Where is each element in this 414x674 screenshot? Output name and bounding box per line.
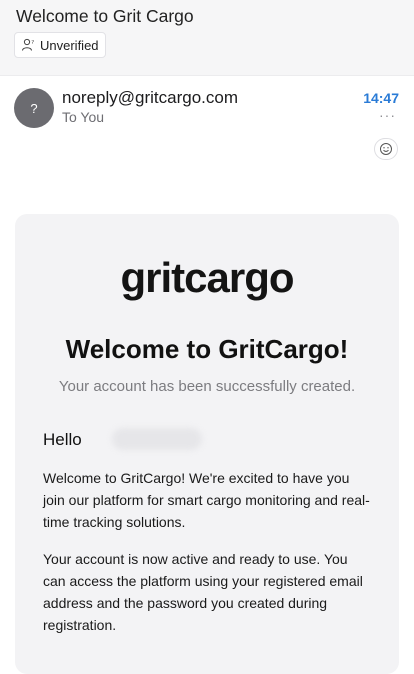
account-active-paragraph: Your account is now active and ready to …	[43, 551, 363, 633]
greeting: Hello	[43, 430, 82, 449]
recipient-label[interactable]: To You	[62, 109, 104, 125]
svg-text:?: ?	[31, 40, 34, 46]
badge-label: Unverified	[40, 37, 99, 53]
welcome-title: Welcome to GritCargo!	[65, 334, 349, 364]
unverified-badge[interactable]: ? Unverified	[14, 32, 106, 58]
gritcargo-logo: gritcargo	[120, 254, 294, 301]
sender-avatar[interactable]: ?	[14, 88, 54, 128]
welcome-paragraph: Welcome to GritCargo! We're excited to h…	[43, 470, 370, 530]
sender-address[interactable]: noreply@gritcargo.com	[62, 88, 238, 108]
redacted-name	[112, 428, 202, 450]
email-header: Welcome to Grit Cargo ? Unverified	[0, 0, 414, 76]
reaction-button[interactable]	[374, 138, 398, 160]
email-subject: Welcome to Grit Cargo	[16, 6, 194, 26]
received-time: 14:47	[363, 90, 399, 106]
smiley-icon	[380, 143, 392, 155]
more-icon[interactable]: ···	[379, 107, 396, 123]
person-question-icon: ?	[22, 38, 34, 51]
account-created-subtitle: Your account has been successfully creat…	[58, 378, 356, 395]
